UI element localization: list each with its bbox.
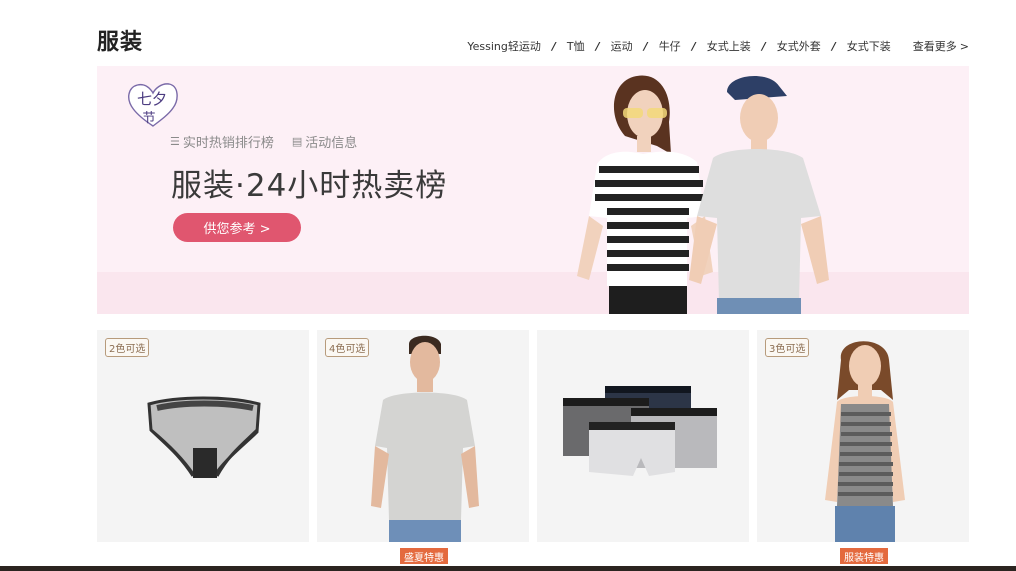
qixi-heart-badge-icon: 七夕 节 — [128, 83, 178, 127]
womens-tank-image — [825, 341, 905, 542]
view-more-label: 查看更多 — [912, 40, 957, 53]
nav-separator: / — [551, 39, 556, 53]
hot-ranking-link[interactable]: ☰ 实时热销排行榜 — [170, 132, 274, 151]
cta-button[interactable]: 供您参考 > — [173, 213, 301, 242]
nav-separator: / — [643, 39, 648, 53]
color-options-tag: 3色可选 — [765, 338, 810, 357]
list-icon: ☰ — [170, 135, 180, 148]
promo-tag[interactable]: 服装特惠 — [840, 548, 888, 564]
nav-item-women-bottoms[interactable]: 女式下装 — [847, 38, 891, 54]
nav-separator: / — [831, 39, 836, 53]
nav-separator: / — [761, 39, 766, 53]
badge-text: 七夕 — [137, 90, 167, 108]
events-label: 活动信息 — [305, 136, 358, 151]
banner-links: ☰ 实时热销排行榜 ▤ 活动信息 — [170, 132, 375, 151]
nav-item-denim[interactable]: 牛仔 — [659, 38, 681, 54]
nav-item-women-tops[interactable]: 女式上装 — [707, 38, 751, 54]
promo-tag[interactable]: 盛夏特惠 — [400, 548, 448, 564]
nav-item-women-coats[interactable]: 女式外套 — [777, 38, 821, 54]
nav-item-sports[interactable]: 运动 — [611, 38, 633, 54]
briefs-image — [147, 396, 261, 478]
category-nav: Yessing轻运动 / T恤 / 运动 / 牛仔 / 女式上装 / 女式外套 … — [467, 38, 969, 54]
view-more-link[interactable]: 查看更多 > — [913, 38, 969, 54]
product-grid: 2色可选 4色可选 3色可选 — [97, 330, 969, 542]
events-link[interactable]: ▤ 活动信息 — [292, 132, 357, 151]
section-title: 服装 — [97, 30, 144, 55]
nav-item-yessing[interactable]: Yessing轻运动 — [467, 38, 541, 54]
nav-separator: / — [691, 39, 696, 53]
color-options-tag: 4色可选 — [325, 338, 370, 357]
bottom-strip — [0, 566, 1016, 571]
product-card[interactable]: 4色可选 — [317, 330, 529, 542]
product-card[interactable] — [537, 330, 749, 542]
chevron-right-icon: > — [959, 40, 969, 53]
color-options-tag: 2色可选 — [105, 338, 150, 357]
boxer-briefs-image — [563, 386, 717, 476]
models-image — [577, 75, 829, 314]
section-header: 服装 Yessing轻运动 / T恤 / 运动 / 牛仔 / 女式上装 / 女式… — [97, 24, 969, 58]
promo-banner[interactable]: 七夕 节 ☰ 实时热销排行榜 ▤ 活动信息 服装·24小时热卖榜 供您参考 > — [97, 66, 969, 314]
badge-subtext: 节 — [142, 111, 155, 126]
document-icon: ▤ — [291, 135, 303, 148]
mens-tshirt-image — [371, 335, 479, 542]
product-card[interactable]: 3色可选 — [757, 330, 969, 542]
nav-item-tshirt[interactable]: T恤 — [567, 38, 585, 54]
banner-headline: 服装·24小时热卖榜 — [171, 168, 448, 204]
hot-ranking-label: 实时热销排行榜 — [182, 136, 274, 151]
product-card[interactable]: 2色可选 — [97, 330, 309, 542]
nav-separator: / — [595, 39, 600, 53]
